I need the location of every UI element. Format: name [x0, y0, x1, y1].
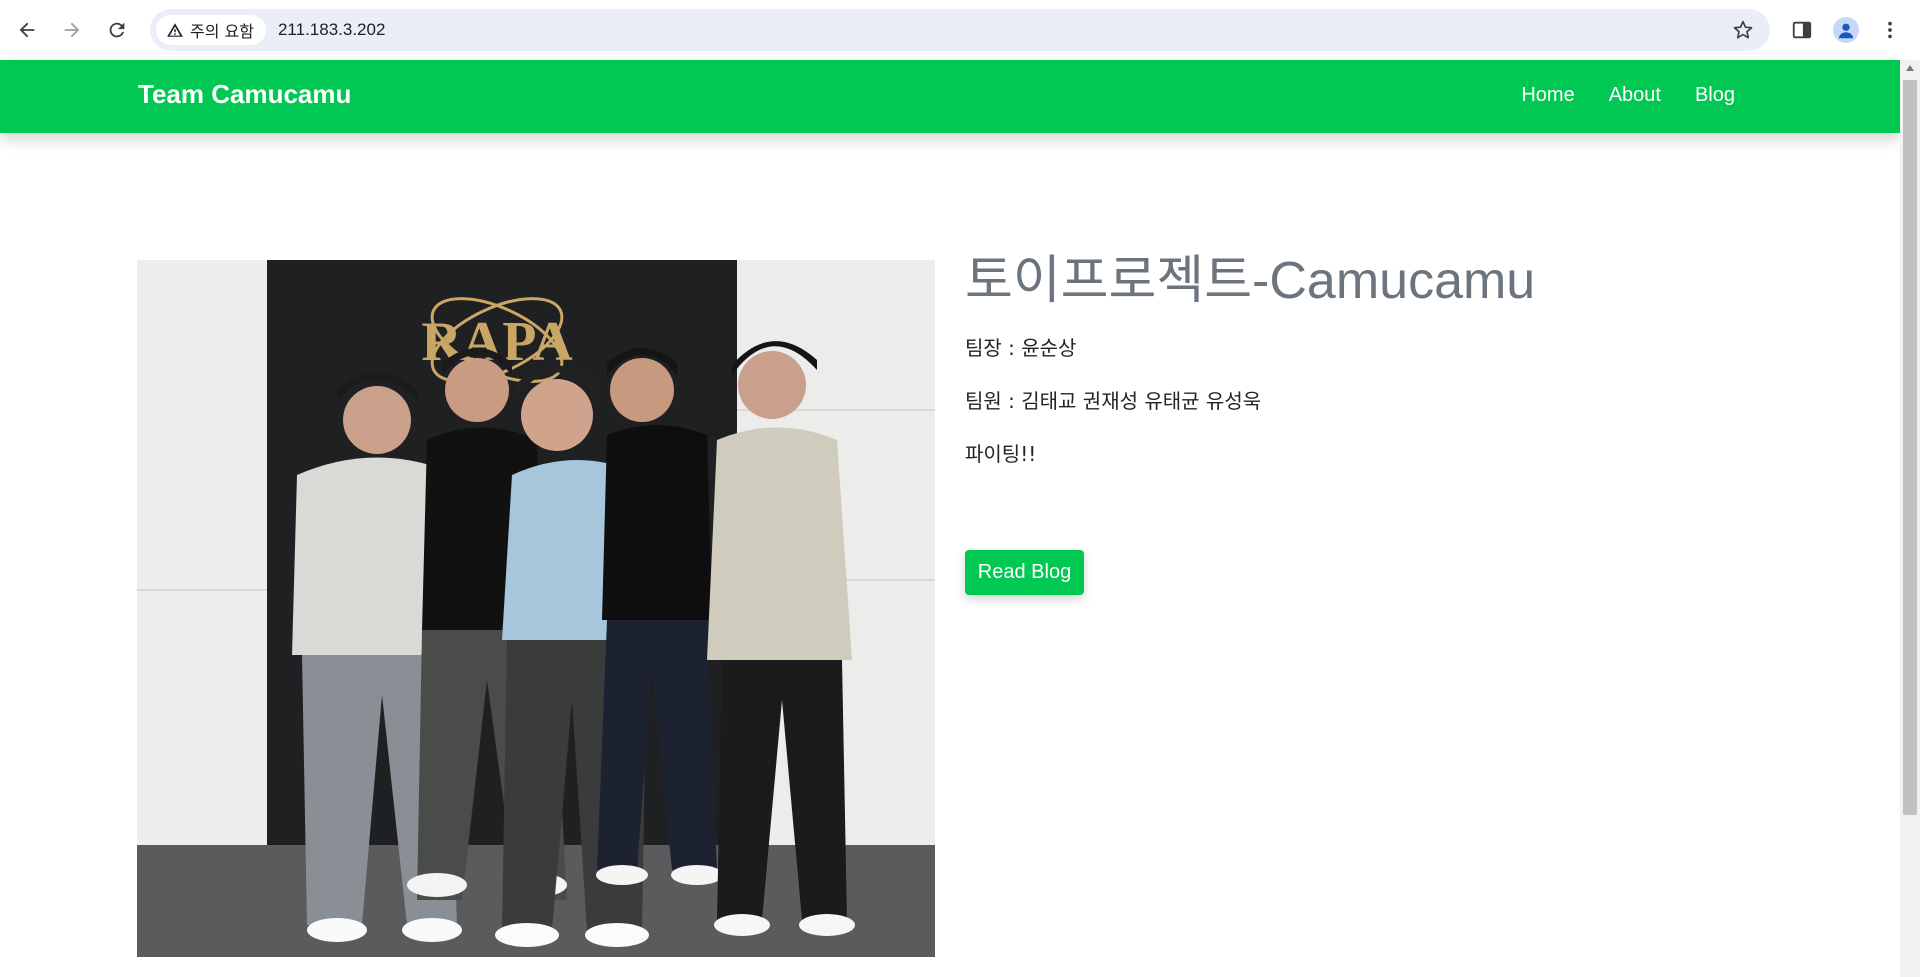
- star-icon: [1733, 20, 1753, 39]
- avatar: [1833, 17, 1859, 43]
- person-icon: [1838, 23, 1854, 39]
- menu-button[interactable]: [1872, 12, 1908, 48]
- warning-icon: [167, 23, 183, 37]
- intro-section: 토이프로젝트-Camucamu 팀장 : 윤순상 팀원 : 김태교 권재성 유태…: [965, 250, 1845, 467]
- team-members-text: 팀원 : 김태교 권재성 유태균 유성욱: [965, 389, 1262, 414]
- toolbar-right: [1784, 12, 1920, 48]
- forward-button[interactable]: [54, 12, 90, 48]
- reload-button[interactable]: [99, 12, 135, 48]
- bookmark-button[interactable]: [1728, 15, 1758, 45]
- side-panel-button[interactable]: [1784, 12, 1820, 48]
- nav-links: Home About Blog: [1521, 84, 1735, 107]
- nav-link-home[interactable]: Home: [1521, 84, 1574, 107]
- team-leader-text: 팀장 : 윤순상: [965, 336, 1077, 361]
- caret-up-icon: [1906, 65, 1914, 71]
- team-photo: RAPA: [137, 260, 935, 957]
- reload-icon: [109, 22, 125, 38]
- page-title: 토이프로젝트-Camucamu: [965, 252, 1536, 310]
- site-navbar: Team Camucamu Home About Blog: [0, 60, 1900, 133]
- side-panel-icon: [1792, 21, 1812, 39]
- profile-button[interactable]: [1828, 12, 1864, 48]
- scroll-up-arrow[interactable]: [1900, 60, 1920, 76]
- address-bar[interactable]: 주의 요함 211.183.3.202: [150, 9, 1770, 51]
- back-button[interactable]: [9, 12, 45, 48]
- read-blog-button[interactable]: Read Blog: [965, 550, 1084, 595]
- back-arrow-icon: [19, 22, 35, 38]
- security-chip[interactable]: 주의 요함: [156, 15, 266, 45]
- page-scrollbar[interactable]: [1900, 60, 1920, 977]
- forward-arrow-icon: [64, 22, 80, 38]
- brand-link[interactable]: Team Camucamu: [138, 79, 351, 110]
- scroll-thumb[interactable]: [1903, 80, 1917, 815]
- more-vert-icon: [1888, 21, 1892, 39]
- security-label: 주의 요함: [190, 22, 254, 41]
- team-photo-illustration: RAPA: [137, 260, 935, 957]
- url-text[interactable]: 211.183.3.202: [278, 20, 385, 40]
- nav-link-blog[interactable]: Blog: [1695, 84, 1735, 107]
- browser-toolbar: 주의 요함 211.183.3.202: [0, 0, 1920, 60]
- nav-link-about[interactable]: About: [1609, 84, 1661, 107]
- cheer-text: 파이팅!!: [965, 442, 1037, 467]
